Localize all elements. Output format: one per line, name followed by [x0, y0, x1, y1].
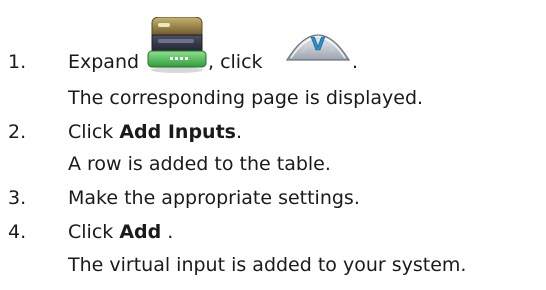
step-1-text-click: , click [208, 51, 263, 73]
step-1-text-period: . [352, 51, 359, 73]
step-number: 3. [8, 187, 27, 209]
virtual-input-icon[interactable]: V [283, 20, 353, 64]
device-tree-expand-icon[interactable] [144, 16, 210, 73]
instruction-list: 1. Expand , click V . The corresponding … [0, 0, 546, 290]
step-4-result: The virtual input is added to your syste… [68, 254, 467, 276]
step-4-text-period: . [161, 221, 174, 243]
step-number: 1. [8, 51, 27, 73]
step-number: 2. [8, 121, 27, 143]
step-4-text-click: Click [68, 221, 120, 243]
step-4-instruction: Click Add . [68, 220, 173, 244]
step-2-result: A row is added to the table. [68, 153, 331, 175]
step-1-text-expand: Expand [68, 51, 140, 73]
step-2-text-click: Click [68, 121, 120, 143]
svg-text:V: V [311, 34, 325, 55]
step-3-instruction: Make the appropriate settings. [68, 187, 360, 209]
add-inputs-button-label: Add Inputs [119, 121, 236, 143]
add-button-label: Add [119, 221, 162, 243]
step-2-instruction: Click Add Inputs. [68, 120, 242, 144]
step-1-result: The corresponding page is displayed. [68, 87, 424, 109]
step-2-text-period: . [235, 121, 243, 143]
step-number: 4. [8, 221, 27, 243]
